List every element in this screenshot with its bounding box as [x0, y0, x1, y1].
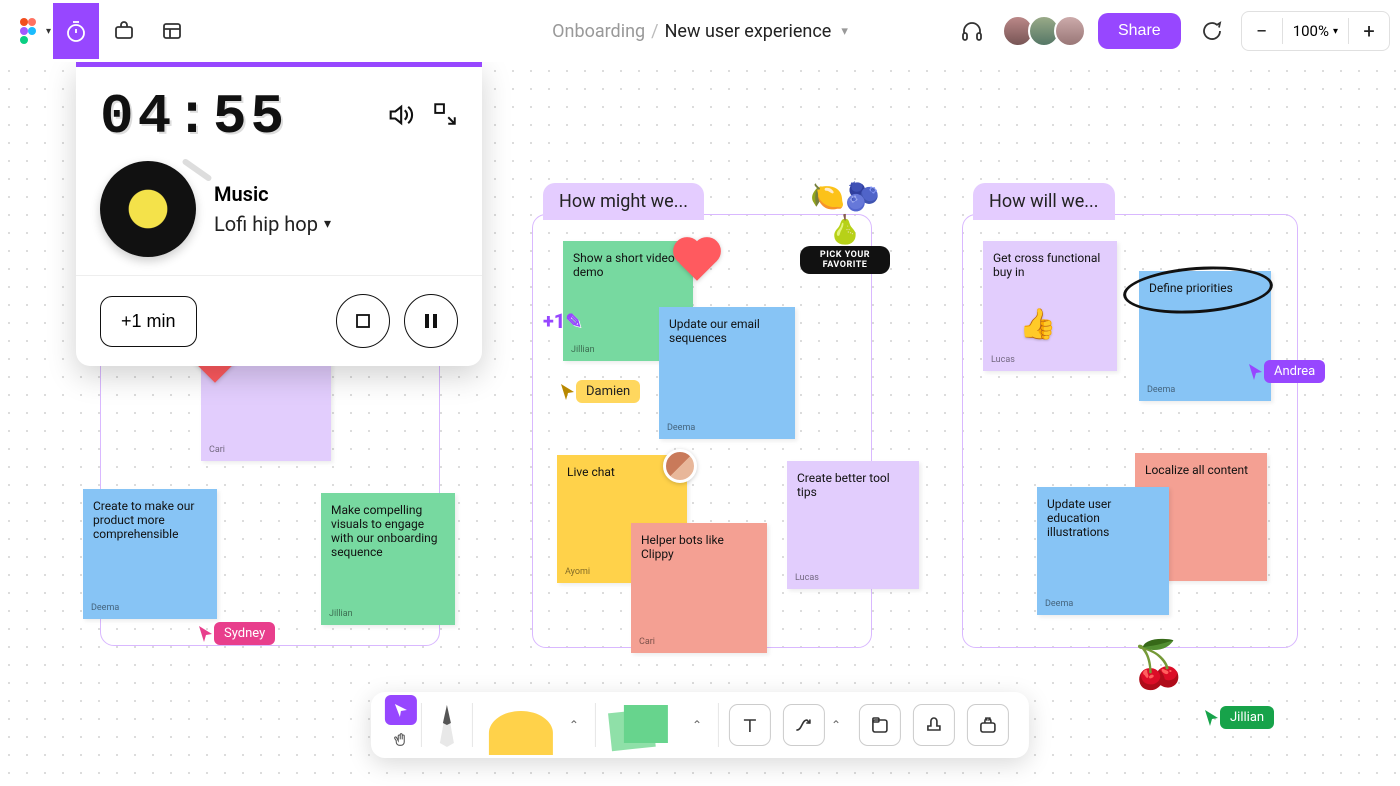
add-minute-button[interactable]: +1 min [100, 296, 197, 347]
sticky-note-tool[interactable] [606, 701, 678, 749]
chevron-up-icon[interactable]: ⌃ [686, 718, 708, 732]
note-text: Create to make our product more comprehe… [93, 499, 194, 541]
note-author: Deema [1147, 385, 1175, 395]
chevron-up-icon[interactable]: ⌃ [563, 718, 585, 732]
collaborator-cursor: Jillian [1204, 706, 1274, 729]
select-tool[interactable] [385, 695, 417, 725]
sticky-note[interactable]: Create to make our product more comprehe… [83, 489, 217, 619]
share-button[interactable]: Share [1098, 13, 1181, 49]
note-author: Deema [91, 603, 119, 613]
sticky-note[interactable]: Create better tool tips Lucas [787, 461, 919, 589]
text-tool[interactable] [729, 704, 771, 746]
app-menu-chevron-icon: ▾ [46, 26, 51, 37]
note-text: Helper bots like Clippy [641, 533, 724, 561]
pencil-tool[interactable] [432, 699, 462, 751]
note-author: Jillian [329, 609, 353, 619]
sticky-note[interactable]: Get cross functional buy in Lucas [983, 241, 1117, 371]
collaborator-cursor: Sydney [198, 622, 275, 645]
chevron-down-icon: ▾ [324, 216, 331, 232]
sticky-note[interactable]: Helper bots like Clippy Cari [631, 523, 767, 653]
note-author: Lucas [991, 355, 1015, 365]
section-frame[interactable]: How might we... Show a short video demo … [532, 214, 872, 648]
music-select[interactable]: Lofi hip hop ▾ [214, 212, 331, 236]
timer-display: 04:55 [100, 85, 288, 149]
chevron-up-icon[interactable]: ⌃ [825, 718, 847, 732]
app-menu[interactable] [10, 13, 46, 49]
breadcrumb-parent[interactable]: Onboarding [552, 21, 645, 42]
plus-one-sticker[interactable]: +1✎ [543, 309, 582, 333]
dot-sticker[interactable] [663, 449, 697, 483]
note-text: Get cross functional buy in [993, 251, 1100, 279]
connector-tool[interactable] [783, 704, 825, 746]
collaborator-avatar[interactable] [1054, 15, 1086, 47]
sound-icon[interactable] [386, 101, 414, 133]
cursor-label: Jillian [1230, 710, 1264, 725]
cursor-label: Damien [586, 384, 630, 399]
music-heading: Music [214, 182, 331, 206]
more-tools[interactable] [967, 704, 1009, 746]
sticky-note[interactable]: Make compelling visuals to engage with o… [321, 493, 455, 625]
sticky-note[interactable]: Update user education illustrations Deem… [1037, 487, 1169, 615]
cursor-label: Andrea [1274, 364, 1315, 379]
layout-tool[interactable] [149, 3, 195, 59]
note-text: Show a short video demo [573, 251, 675, 279]
note-author: Lucas [795, 573, 819, 583]
collapse-icon[interactable] [432, 101, 458, 133]
hand-tool[interactable] [385, 725, 417, 755]
thumbs-up-sticker[interactable]: 👍 [1019, 307, 1056, 342]
sticky-note[interactable]: Update our email sequences Deema [659, 307, 795, 439]
section-frame[interactable]: How will we... Get cross functional buy … [962, 214, 1298, 648]
note-author: Deema [1045, 599, 1073, 609]
chevron-down-icon[interactable]: ▾ [841, 24, 848, 39]
note-text: Update our email sequences [669, 317, 760, 345]
pick-favorite-sticker[interactable]: 🍋🫐🍐 PICK YOUR FAVORITE [800, 180, 890, 274]
chat-icon[interactable] [1193, 13, 1229, 49]
stamp-tool[interactable] [913, 704, 955, 746]
collaborator-cursor: Andrea [1248, 360, 1325, 383]
note-author: Cari [209, 445, 225, 455]
note-text: Create better tool tips [797, 471, 890, 499]
pause-button[interactable] [404, 294, 458, 348]
headphones-icon[interactable] [954, 13, 990, 49]
breadcrumb-separator: / [651, 21, 658, 42]
record-player-icon [100, 161, 196, 257]
zoom-in-button[interactable]: + [1349, 12, 1389, 50]
section-label[interactable]: How will we... [973, 183, 1115, 220]
cherries-sticker[interactable]: 🍒 [1130, 638, 1187, 692]
note-text: Make compelling visuals to engage with o… [331, 503, 438, 559]
collaborator-cursor: Damien [560, 380, 640, 403]
note-author: Cari [639, 637, 655, 647]
sticker-label: PICK YOUR FAVORITE [820, 250, 870, 270]
shape-tool[interactable] [483, 701, 555, 749]
fruit-icon: 🍋🫐🍐 [800, 180, 890, 246]
note-text: Live chat [567, 465, 615, 479]
note-author: Deema [667, 423, 695, 433]
breadcrumb-current[interactable]: New user experience [665, 21, 832, 42]
bottom-toolbar[interactable]: ⌃ ⌃ ⌃ [371, 692, 1029, 758]
stop-button[interactable] [336, 294, 390, 348]
cursor-label: Sydney [224, 626, 265, 641]
timer-panel[interactable]: 04:55 Music Lofi hip hop ▾ +1 min [76, 62, 482, 366]
zoom-out-button[interactable]: − [1242, 12, 1282, 50]
section-tool[interactable] [859, 704, 901, 746]
section-label[interactable]: How might we... [543, 183, 704, 220]
note-author: Ayomi [565, 567, 590, 577]
note-text: Localize all content [1145, 463, 1248, 477]
toolbox-tool[interactable] [101, 3, 147, 59]
note-author: Jillian [571, 345, 595, 355]
zoom-value[interactable]: 100%▾ [1283, 22, 1348, 40]
timer-tool[interactable] [53, 3, 99, 59]
note-text: Update user education illustrations [1047, 497, 1111, 539]
